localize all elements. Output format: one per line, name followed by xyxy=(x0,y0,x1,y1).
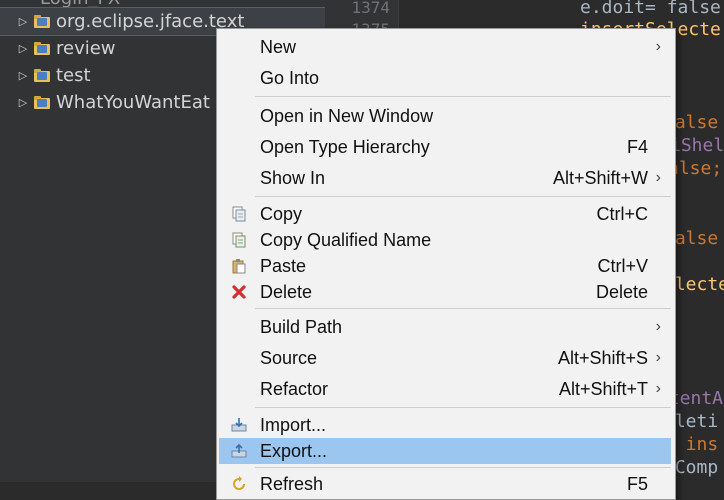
import-icon xyxy=(231,418,247,432)
menu-item-show-in[interactable]: Show In Alt+Shift+W › xyxy=(219,165,671,191)
menu-separator xyxy=(255,196,671,197)
menu-item-label: Open Type Hierarchy xyxy=(260,136,430,157)
menu-item-label: Refactor xyxy=(260,378,329,399)
java-project-icon xyxy=(34,96,50,109)
refresh-icon xyxy=(233,476,245,490)
menu-item-label: Open in New Window xyxy=(260,105,434,126)
menu-item-build-path[interactable]: Build Path › xyxy=(219,314,671,340)
code-line: alse; xyxy=(668,158,723,179)
code-line: e.doit= false xyxy=(580,0,721,18)
menu-item-label: Import... xyxy=(260,414,327,435)
menu-item-label: Export... xyxy=(260,440,328,461)
menu-shortcut: Ctrl+V xyxy=(597,255,648,276)
menu-separator xyxy=(255,407,671,408)
tree-item-label: WhatYouWantEat xyxy=(56,92,210,113)
tree-item-label: review xyxy=(56,38,116,59)
expand-arrow-icon[interactable]: ▷ xyxy=(16,15,30,28)
expand-arrow-icon[interactable]: ▷ xyxy=(16,96,30,109)
submenu-arrow-icon: › xyxy=(655,318,661,335)
menu-shortcut: Ctrl+C xyxy=(596,203,648,224)
menu-item-paste[interactable]: Paste Ctrl+V xyxy=(219,253,671,279)
menu-item-new[interactable]: New › xyxy=(219,34,671,60)
copy-icon xyxy=(232,206,246,222)
context-menu: New › Go Into Open in New Window Open Ty… xyxy=(216,28,676,500)
menu-item-label: Copy xyxy=(260,203,303,224)
submenu-arrow-icon: › xyxy=(655,380,661,397)
menu-item-label: New xyxy=(260,36,297,57)
tree-item-test[interactable]: ▷ test xyxy=(0,62,91,89)
menu-item-open-in-new-window[interactable]: Open in New Window xyxy=(219,103,671,129)
export-icon xyxy=(231,443,247,458)
delete-icon xyxy=(232,285,246,299)
menu-shortcut: Alt+Shift+S xyxy=(557,347,648,368)
menu-shortcut: Alt+Shift+T xyxy=(558,378,648,399)
menu-shortcut: Alt+Shift+W xyxy=(552,167,648,188)
menu-item-label: Copy Qualified Name xyxy=(260,229,432,250)
menu-item-label: Delete xyxy=(260,281,313,302)
menu-item-label: Paste xyxy=(260,255,307,276)
menu-item-copy-qualified-name[interactable]: Copy Qualified Name xyxy=(219,227,671,253)
java-project-icon xyxy=(34,42,50,55)
tree-item-review[interactable]: ▷ review xyxy=(0,35,116,62)
tree-item-label: test xyxy=(56,65,91,86)
menu-item-copy[interactable]: Copy Ctrl+C xyxy=(219,201,671,227)
line-number: 1374 xyxy=(351,0,390,17)
menu-separator xyxy=(255,467,671,468)
menu-item-refactor[interactable]: Refactor Alt+Shift+T › xyxy=(219,376,671,402)
menu-item-label: Go Into xyxy=(260,67,320,88)
menu-shortcut: Delete xyxy=(595,281,648,302)
tree-item-whatyouwanteat[interactable]: ▷ WhatYouWantEat xyxy=(0,89,210,116)
copy-qualified-name-icon xyxy=(232,232,246,248)
submenu-arrow-icon: › xyxy=(655,169,661,186)
menu-item-source[interactable]: Source Alt+Shift+S › xyxy=(219,345,671,371)
java-project-icon xyxy=(34,69,50,82)
menu-item-export[interactable]: Export... xyxy=(219,438,671,464)
menu-item-open-type-hierarchy[interactable]: Open Type Hierarchy F4 xyxy=(219,134,671,160)
menu-separator xyxy=(255,96,671,97)
submenu-arrow-icon: › xyxy=(655,38,661,55)
menu-item-import[interactable]: Import... xyxy=(219,412,671,438)
submenu-arrow-icon: › xyxy=(655,349,661,366)
paste-icon xyxy=(232,259,246,274)
menu-item-label: Build Path xyxy=(260,316,343,337)
menu-item-label: Show In xyxy=(260,167,326,188)
menu-item-label: Refresh xyxy=(260,473,324,494)
menu-item-label: Source xyxy=(260,347,318,368)
menu-item-refresh[interactable]: Refresh F5 xyxy=(219,471,671,497)
java-project-icon xyxy=(34,15,50,28)
menu-shortcut: F5 xyxy=(626,473,648,494)
menu-item-go-into[interactable]: Go Into xyxy=(219,65,671,91)
code-line: iShel xyxy=(670,135,724,156)
menu-item-delete[interactable]: Delete Delete xyxy=(219,279,671,305)
menu-shortcut: F4 xyxy=(626,136,648,157)
expand-arrow-icon[interactable]: ▷ xyxy=(16,69,30,82)
expand-arrow-icon[interactable]: ▷ xyxy=(16,42,30,55)
menu-separator xyxy=(255,308,671,309)
